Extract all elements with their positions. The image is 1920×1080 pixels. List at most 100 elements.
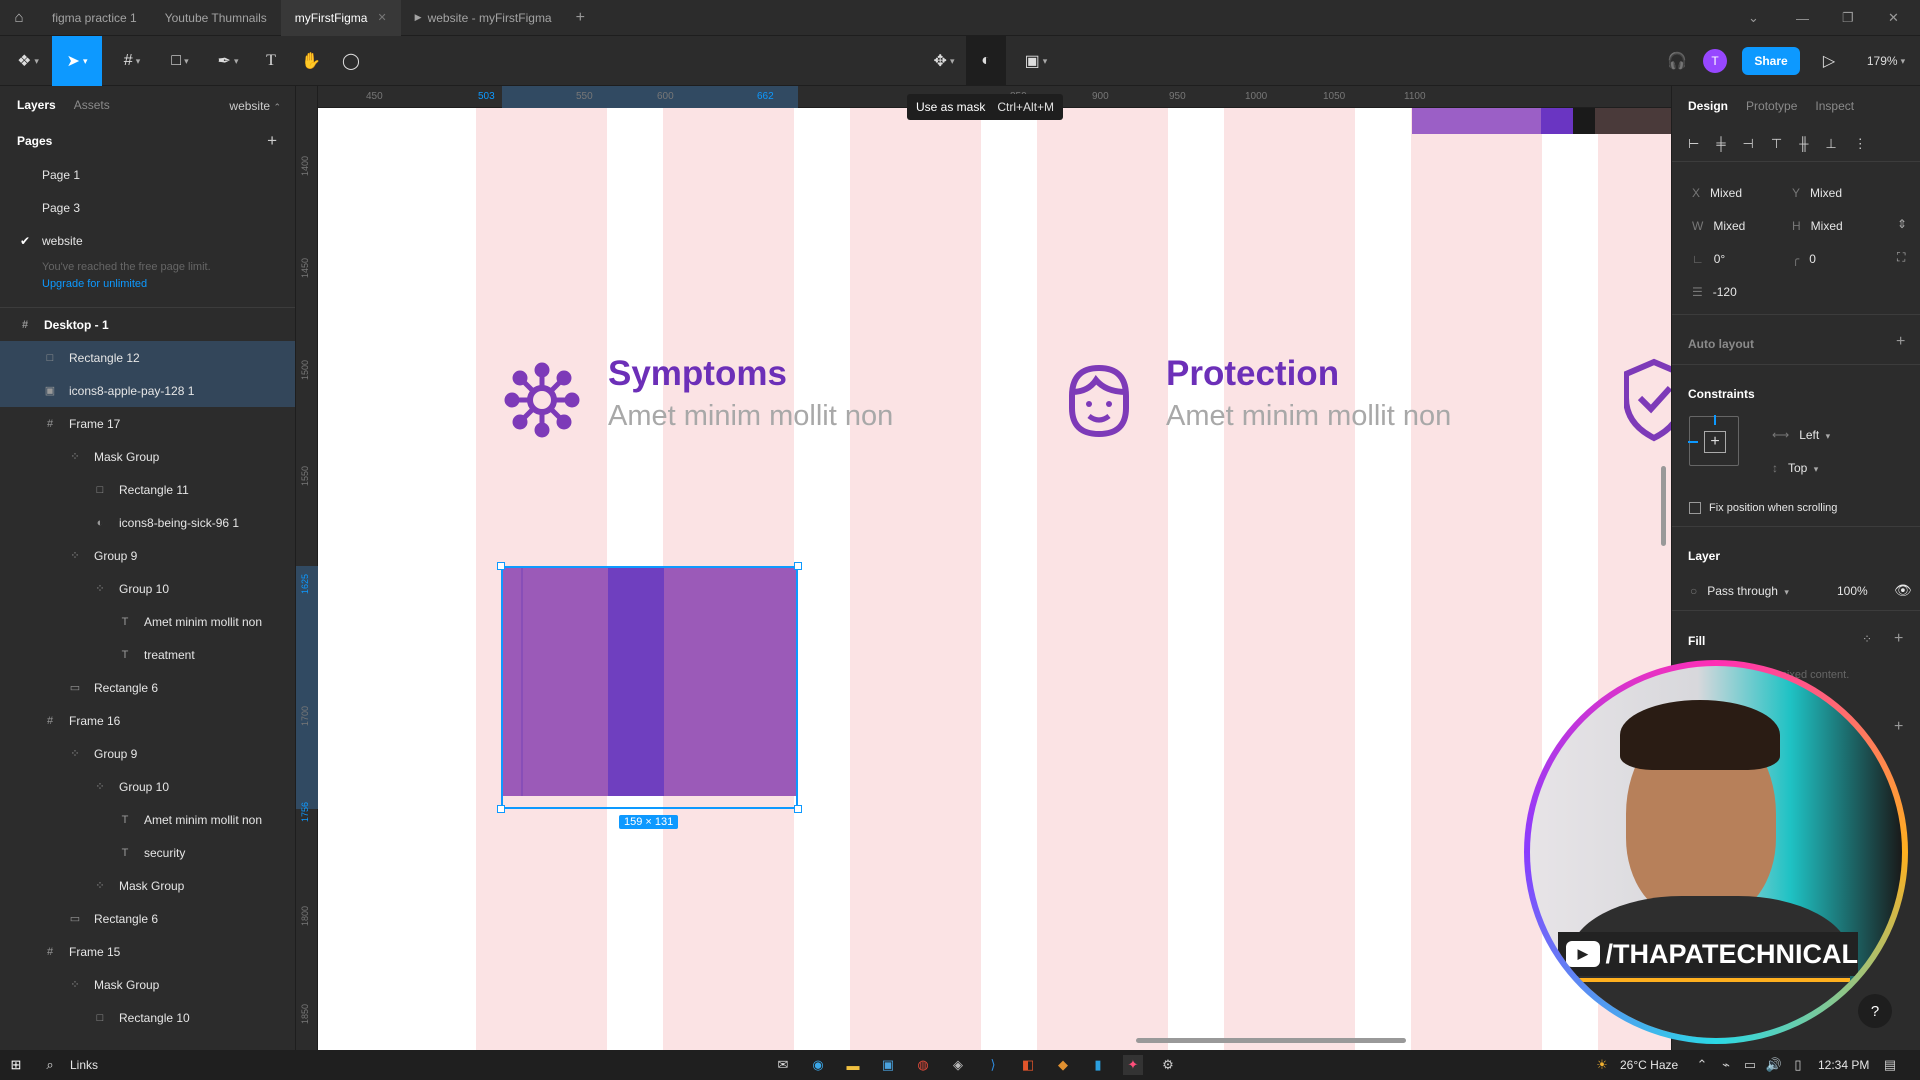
headphones-icon[interactable]: 🎧: [1662, 36, 1692, 86]
resize-handle[interactable]: [497, 805, 505, 813]
layer-row[interactable]: ▭ Rectangle 6: [0, 671, 295, 704]
eye-icon[interactable]: 👁: [1894, 582, 1912, 599]
tab-inspect[interactable]: Inspect: [1815, 99, 1854, 113]
h-field[interactable]: H Mixed: [1792, 219, 1843, 233]
spacing-field[interactable]: ☰ -120: [1692, 285, 1737, 299]
hand-tool[interactable]: ✋: [296, 36, 326, 86]
layer-row[interactable]: □ Rectangle 10: [0, 1001, 295, 1034]
layer-row[interactable]: ▣ icons8-apple-pay-128 1: [0, 374, 295, 407]
app-icon[interactable]: ▮: [1088, 1055, 1108, 1075]
zoom-dropdown[interactable]: 179% ▾: [1858, 36, 1914, 86]
new-tab-button[interactable]: +: [566, 9, 595, 27]
align-right-icon[interactable]: ⊣: [1743, 136, 1754, 152]
edge-icon[interactable]: ◉: [808, 1055, 828, 1075]
layer-row[interactable]: Ttreatment: [0, 638, 295, 671]
constraints-widget[interactable]: +: [1688, 415, 1739, 466]
align-middle-v-icon[interactable]: ╫: [1799, 136, 1808, 151]
page-item[interactable]: Page 1: [0, 158, 295, 191]
clock[interactable]: 12:34 PM: [1818, 1058, 1869, 1072]
selection-box[interactable]: [501, 566, 798, 809]
layer-row[interactable]: ⁘ Group 10: [0, 572, 295, 605]
independent-corners-icon[interactable]: ⛶: [1897, 250, 1905, 265]
links-toolbar[interactable]: Links: [70, 1058, 98, 1072]
layer-row[interactable]: ◐ icons8-being-sick-96 1: [0, 506, 295, 539]
w-field[interactable]: W Mixed: [1692, 219, 1745, 233]
page-item-active[interactable]: ✔ website: [0, 224, 295, 257]
home-icon[interactable]: ⌂: [0, 0, 38, 36]
layer-row[interactable]: ⁘ Group 9: [0, 737, 295, 770]
rotation-field[interactable]: ∟ 0°: [1692, 252, 1725, 266]
horizontal-constraint-select[interactable]: ⟷ Left ▾: [1772, 428, 1830, 442]
layer-row[interactable]: Tsecurity: [0, 836, 295, 869]
vscode-icon[interactable]: ⟩: [983, 1055, 1003, 1075]
network-icon[interactable]: ⌁: [1716, 1055, 1736, 1075]
align-center-h-icon[interactable]: ╪: [1716, 136, 1725, 151]
chrome-icon[interactable]: ◍: [913, 1055, 933, 1075]
main-menu-button[interactable]: ❖ ▾: [8, 36, 48, 86]
weather-text[interactable]: 26°C Haze: [1620, 1058, 1678, 1072]
add-auto-layout-button[interactable]: +: [1896, 333, 1905, 351]
horizontal-scrollbar[interactable]: [1136, 1038, 1406, 1043]
windows-start-icon[interactable]: ⊞: [6, 1055, 26, 1075]
chevron-down-icon[interactable]: ⌄: [1748, 0, 1759, 36]
avatar[interactable]: T: [1703, 49, 1727, 73]
vertical-constraint-select[interactable]: ↕ Top ▾: [1772, 461, 1818, 475]
tab-myfirstfigma[interactable]: myFirstFigma ✕: [280, 0, 401, 36]
text-tool[interactable]: T: [256, 36, 286, 86]
present-button[interactable]: ▷: [1814, 36, 1844, 86]
mask-button[interactable]: ◐: [966, 36, 1006, 86]
distribute-icon[interactable]: ⋮: [1854, 136, 1867, 152]
layer-row[interactable]: ⁘ Group 9: [0, 539, 295, 572]
x-field[interactable]: X Mixed: [1692, 186, 1742, 200]
layer-row[interactable]: □ Rectangle 11: [0, 473, 295, 506]
notification-icon[interactable]: ▤: [1880, 1055, 1900, 1075]
folder-icon[interactable]: ▬: [843, 1055, 863, 1075]
layer-row[interactable]: # Frame 17: [0, 407, 295, 440]
shape-tool[interactable]: □ ▾: [160, 36, 200, 86]
styles-icon[interactable]: ⁘: [1862, 632, 1872, 646]
align-top-icon[interactable]: ⊤: [1771, 136, 1782, 152]
add-fill-button[interactable]: +: [1894, 630, 1903, 648]
pen-tool[interactable]: ✒ ▾: [208, 36, 248, 86]
layer-row[interactable]: # Frame 16: [0, 704, 295, 737]
display-icon[interactable]: ▭: [1740, 1055, 1760, 1075]
layer-row[interactable]: ⁘ Mask Group: [0, 968, 295, 1001]
layer-row[interactable]: # Desktop - 1: [0, 308, 295, 341]
resize-handle[interactable]: [794, 805, 802, 813]
constrain-proportions-icon[interactable]: ⇕: [1897, 217, 1907, 231]
app-icon[interactable]: ◈: [948, 1055, 968, 1075]
layer-row[interactable]: # Frame 15: [0, 935, 295, 968]
search-icon[interactable]: ⌕: [40, 1055, 60, 1075]
restore-button[interactable]: ❐: [1842, 0, 1854, 36]
mail-icon[interactable]: ✉: [773, 1055, 793, 1075]
tab-prototype[interactable]: Prototype: [1746, 99, 1797, 113]
tab-design[interactable]: Design: [1688, 99, 1728, 113]
layer-row[interactable]: ⁘ Mask Group: [0, 869, 295, 902]
layer-row[interactable]: T Amet minim mollit non: [0, 803, 295, 836]
app-icon[interactable]: ◆: [1053, 1055, 1073, 1075]
volume-icon[interactable]: 🔊: [1764, 1055, 1784, 1075]
align-bottom-icon[interactable]: ⊥: [1825, 136, 1836, 152]
blend-mode-select[interactable]: ○ Pass through ▾: [1690, 584, 1789, 598]
y-field[interactable]: Y Mixed: [1792, 186, 1842, 200]
layer-row[interactable]: ⁘ Mask Group: [0, 440, 295, 473]
figma-taskbar-icon[interactable]: ✦: [1123, 1055, 1143, 1075]
close-icon[interactable]: ✕: [377, 11, 386, 24]
layer-row[interactable]: ⁘ Group 10: [0, 770, 295, 803]
upgrade-link[interactable]: Upgrade for unlimited: [42, 276, 295, 293]
store-icon[interactable]: ▣: [878, 1055, 898, 1075]
frame-tool[interactable]: # ▾: [112, 36, 152, 86]
battery-icon[interactable]: ▯: [1788, 1055, 1808, 1075]
add-stroke-button[interactable]: +: [1894, 718, 1903, 736]
settings-icon[interactable]: ⚙: [1158, 1055, 1178, 1075]
opacity-field[interactable]: 100%: [1837, 584, 1868, 598]
office-icon[interactable]: ◧: [1018, 1055, 1038, 1075]
page-item[interactable]: Page 3: [0, 191, 295, 224]
resize-handle[interactable]: [794, 562, 802, 570]
add-page-button[interactable]: +: [267, 131, 277, 151]
fix-position-checkbox[interactable]: Fix position when scrolling: [1689, 500, 1837, 514]
resize-handle[interactable]: [497, 562, 505, 570]
comment-tool[interactable]: ◯: [336, 36, 366, 86]
align-left-icon[interactable]: ⊢: [1688, 136, 1699, 152]
boolean-button[interactable]: ▣ ▾: [1016, 36, 1056, 86]
